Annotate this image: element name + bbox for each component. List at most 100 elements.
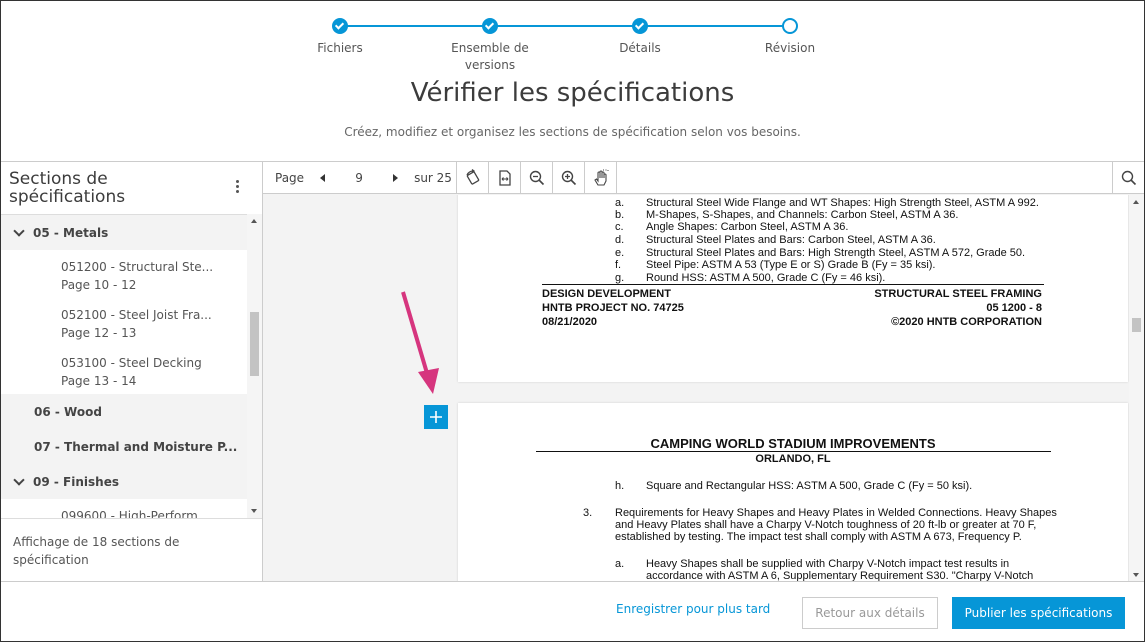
paragraph-line: established by testing. The impact test …	[615, 531, 1022, 543]
scroll-up-icon[interactable]	[1133, 200, 1139, 204]
tree-item-051200[interactable]: 051200 - Structural Ste... Page 10 - 12	[1, 250, 247, 298]
list-text: M-Shapes, S-Shapes, and Channels: Carbon…	[646, 209, 959, 221]
pan-button[interactable]	[585, 161, 617, 194]
scrollbar-thumb[interactable]	[250, 312, 259, 376]
prev-page-icon[interactable]	[320, 173, 326, 182]
search-icon	[1121, 170, 1136, 186]
list-marker: a.	[615, 558, 625, 570]
document-page: CAMPING WORLD STADIUM IMPROVEMENTS ORLAN…	[458, 403, 1128, 582]
title-rule	[536, 451, 1051, 452]
pan-hand-icon	[593, 169, 608, 186]
save-later-button[interactable]: Enregistrer pour plus tard	[616, 602, 770, 616]
annotation-arrow-icon	[401, 291, 439, 394]
plus-icon	[430, 411, 442, 423]
list-marker: a.	[615, 197, 625, 209]
step-revision[interactable]: Révision	[715, 16, 865, 57]
tree-item-label: 052100 - Steel Joist Fra...	[61, 308, 212, 322]
chevron-down-icon[interactable]	[13, 224, 25, 237]
step-fichiers[interactable]: Fichiers	[265, 16, 415, 57]
rotate-button[interactable]	[457, 161, 489, 194]
step-label: Ensemble de versions	[451, 41, 529, 72]
viewer-toolbar: Page 9 sur 25	[263, 161, 1144, 194]
list-marker: f.	[615, 259, 622, 271]
list-marker: b.	[615, 209, 625, 221]
document-title: CAMPING WORLD STADIUM IMPROVEMENTS	[650, 436, 936, 451]
tree-item-label: 099600 - High-Perform...	[61, 509, 210, 518]
tree-item-052100[interactable]: 052100 - Steel Joist Fra... Page 12 - 13	[1, 298, 247, 346]
list-text: Structural Steel Wide Flange and WT Shap…	[646, 197, 1039, 209]
progress-stepper: Fichiers Ensemble de versions Détails Ré…	[265, 16, 865, 76]
step-label: Révision	[764, 41, 816, 55]
search-button[interactable]	[1112, 162, 1144, 194]
paragraph-line: Requirements for Heavy Shapes and Heavy …	[615, 507, 1057, 519]
tree-item-label: 053100 - Steel Decking	[61, 356, 202, 370]
tree-group-metals[interactable]: 05 - Metals	[1, 215, 247, 250]
footer-right-line: STRUCTURAL STEEL FRAMING	[874, 288, 1042, 300]
chevron-down-icon[interactable]	[13, 473, 25, 486]
footer-left-line: HNTB PROJECT NO. 74725	[542, 302, 684, 314]
step-details[interactable]: Détails	[565, 16, 715, 57]
zoom-out-icon	[529, 170, 544, 185]
sections-tree: 05 - Metals 051200 - Structural Ste... P…	[1, 214, 247, 518]
scroll-down-icon[interactable]	[1133, 573, 1139, 577]
document-canvas[interactable]: a. Structural Steel Wide Flange and WT S…	[263, 195, 1129, 582]
tree-group-label: 05 - Metals	[33, 225, 109, 240]
page-number-input[interactable]: 9	[339, 171, 379, 185]
back-to-details-button[interactable]: Retour aux détails	[802, 597, 938, 629]
list-text: Structural Steel Plates and Bars: High S…	[646, 247, 1026, 259]
list-marker: d.	[615, 234, 625, 246]
zoom-in-button[interactable]	[553, 161, 585, 194]
scroll-up-icon[interactable]	[251, 219, 257, 223]
document-page: a. Structural Steel Wide Flange and WT S…	[458, 195, 1128, 382]
tree-group-label: 09 - Finishes	[33, 474, 119, 489]
footer-rule	[542, 284, 1044, 285]
list-marker: e.	[615, 247, 625, 259]
scroll-down-icon[interactable]	[251, 509, 257, 513]
paragraph-line: and Heavy Plates shall have a Charpy V-N…	[615, 519, 1037, 531]
tree-item-099600[interactable]: 099600 - High-Perform...	[1, 499, 247, 518]
publish-specifications-button[interactable]: Publier les spécifications	[952, 597, 1125, 629]
step-ensemble-de-versions[interactable]: Ensemble de versions	[415, 16, 565, 74]
zoom-out-button[interactable]	[521, 161, 553, 194]
page-label: Page	[275, 170, 305, 185]
page-total: sur 25	[414, 170, 452, 185]
tree-item-pages: Page 12 - 13	[61, 326, 137, 340]
sections-count: Affichage de 18 sections de spécificatio…	[1, 518, 262, 582]
footer-right-line: 05 1200 - 8	[986, 302, 1042, 314]
document-viewer: Page 9 sur 25 a. Structural Steel Wide F…	[263, 161, 1144, 582]
next-page-icon[interactable]	[393, 173, 399, 182]
tree-group-wood[interactable]: 06 - Wood	[1, 394, 247, 429]
tree-item-label: 051200 - Structural Ste...	[61, 260, 214, 274]
footer-left-line: 08/21/2020	[542, 316, 598, 328]
step-done-icon	[632, 18, 648, 34]
page-subtitle: Créez, modifiez et organisez les section…	[344, 125, 801, 139]
sidebar-scrollbar[interactable]	[247, 214, 262, 518]
paragraph-line: Heavy Shapes shall be supplied with Char…	[646, 558, 1010, 570]
tree-group-label: 06 - Wood	[34, 404, 102, 419]
rotate-icon	[465, 168, 479, 185]
page-title: Vérifier les spécifications	[410, 78, 735, 108]
tree-group-thermal[interactable]: 07 - Thermal and Moisture P...	[1, 429, 247, 464]
tree-item-pages: Page 10 - 12	[61, 278, 137, 292]
footer-right-line: ©2020 HNTB CORPORATION	[891, 316, 1042, 328]
sidebar-title: Sections de spécifications	[9, 169, 126, 207]
tree-item-pages: Page 13 - 14	[61, 374, 137, 388]
step-done-icon	[332, 18, 348, 34]
scrollbar-thumb[interactable]	[1132, 318, 1141, 332]
viewer-scrollbar[interactable]	[1129, 195, 1144, 582]
zoom-in-icon	[561, 170, 576, 185]
list-text: Structural Steel Plates and Bars: Carbon…	[646, 234, 936, 246]
add-section-button[interactable]	[424, 405, 448, 429]
list-marker: c.	[615, 221, 624, 233]
list-marker: 3.	[583, 507, 593, 519]
step-done-icon	[482, 18, 498, 34]
more-options-icon[interactable]	[234, 180, 240, 196]
fit-width-button[interactable]	[489, 161, 521, 194]
page-navigator: Page 9 sur 25	[263, 161, 457, 194]
list-text: Angle Shapes: Carbon Steel, ASTM A 36.	[646, 221, 849, 233]
list-text: Square and Rectangular HSS: ASTM A 500, …	[646, 480, 973, 492]
tree-item-053100[interactable]: 053100 - Steel Decking Page 13 - 14	[1, 346, 247, 394]
action-footer: Enregistrer pour plus tard Retour aux dé…	[1, 581, 1144, 641]
tree-group-finishes[interactable]: 09 - Finishes	[1, 464, 247, 499]
step-label: Détails	[619, 41, 661, 55]
